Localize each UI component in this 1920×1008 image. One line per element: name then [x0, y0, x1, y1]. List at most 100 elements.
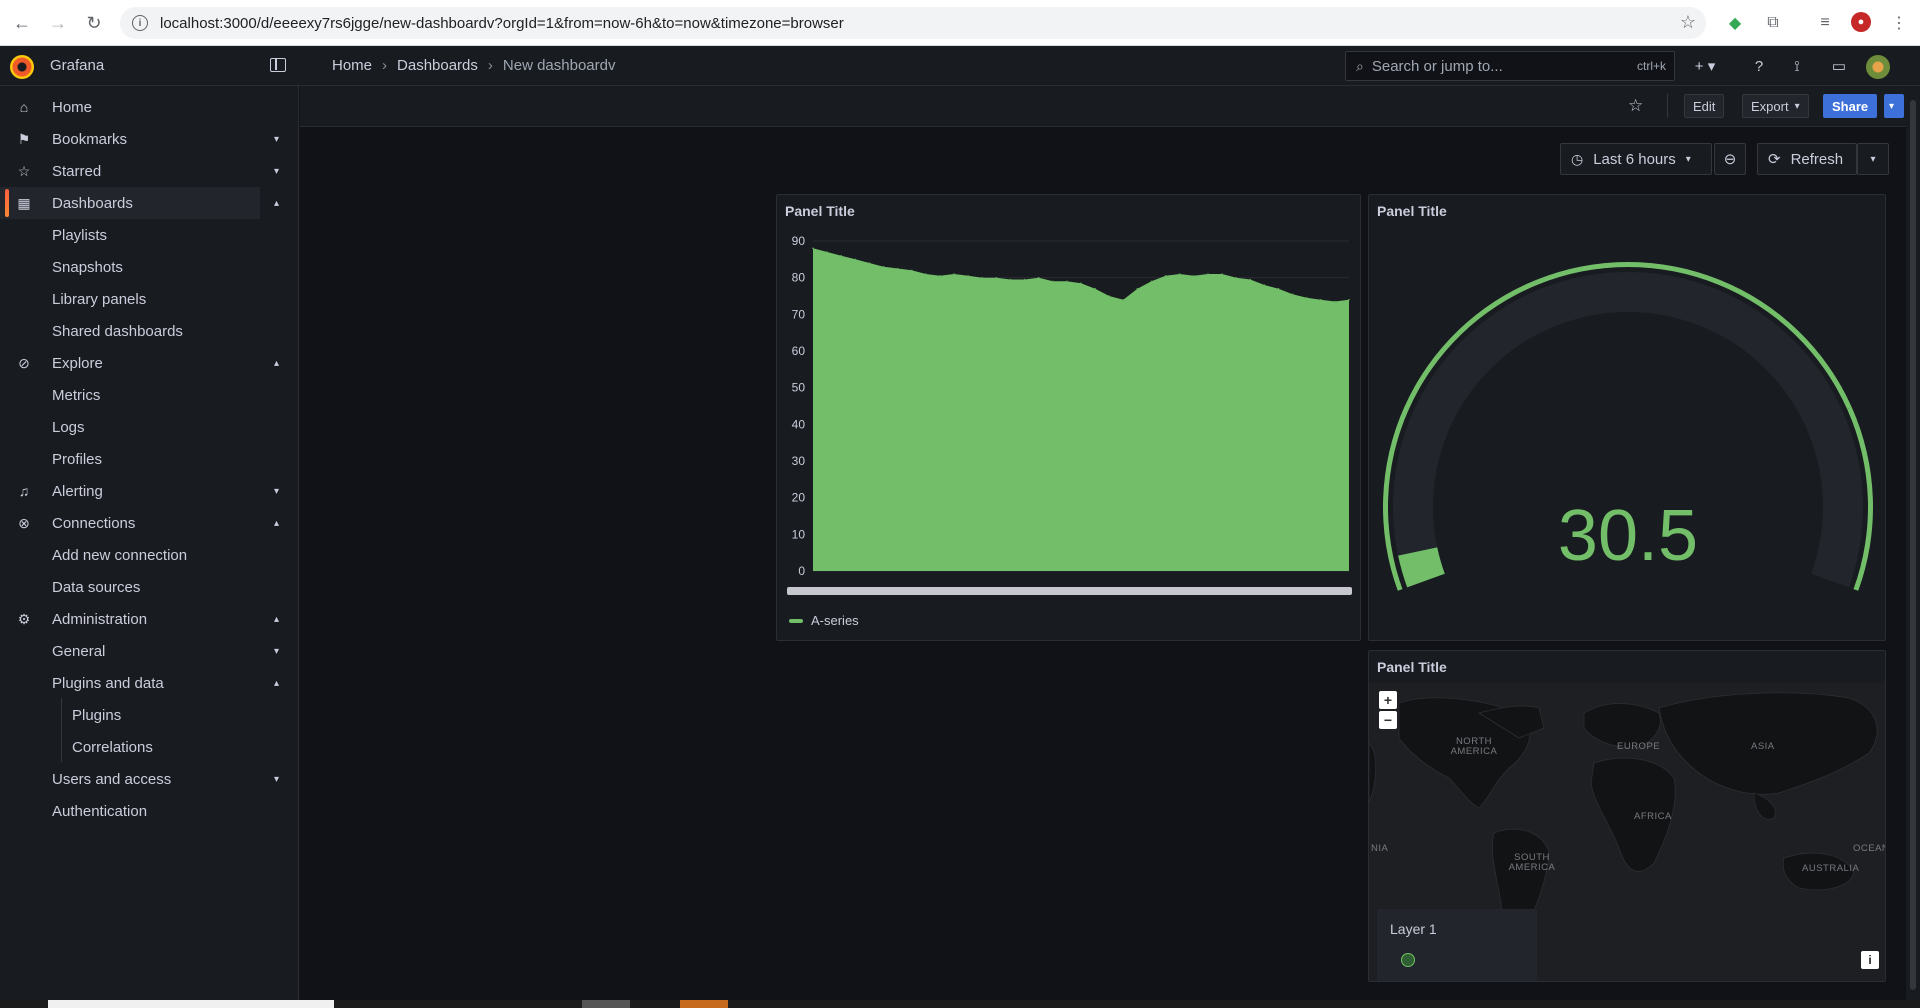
site-info-icon[interactable]: i — [132, 15, 148, 31]
dock-menu-icon[interactable] — [270, 58, 286, 72]
taskbar-app[interactable] — [582, 1000, 630, 1008]
user-avatar[interactable] — [1866, 55, 1890, 79]
sidebar-item-home[interactable]: ⌂ Home — [0, 91, 260, 123]
chevron-down-icon[interactable]: ▾ — [274, 134, 284, 145]
refresh-button[interactable]: ⟳ Refresh — [1757, 143, 1857, 175]
scrollbar-thumb[interactable] — [1910, 100, 1916, 990]
sidebar-item-connections[interactable]: ⊗ Connections ▴ — [0, 507, 279, 539]
chevron-down-icon[interactable]: ▾ — [274, 646, 284, 657]
chart-scrollbar[interactable] — [787, 587, 1352, 595]
back-icon[interactable]: ← — [6, 7, 38, 39]
kiosk-monitor-icon[interactable]: ▭ — [1828, 56, 1850, 76]
data-point — [1080, 282, 1082, 284]
y-tick-label: 0 — [798, 564, 805, 578]
timeseries-panel[interactable]: Panel Title 0 10 20 30 40 50 60 70 80 90 A-series — [776, 194, 1361, 641]
bookmark-star-icon[interactable]: ☆ — [1680, 12, 1696, 33]
sidebar-item-profiles[interactable]: Profiles — [0, 443, 260, 475]
map-label-africa: AFRICA — [1634, 811, 1672, 822]
taskbar-app[interactable] — [680, 1000, 728, 1008]
home-icon: ⌂ — [19, 99, 29, 115]
share-dropdown-icon[interactable]: ▾ — [1884, 94, 1904, 118]
sidebar-item-metrics[interactable]: Metrics — [0, 379, 260, 411]
sidebar-item-correlations[interactable]: Correlations — [0, 731, 260, 763]
extension-icon[interactable]: ◆ — [1724, 12, 1746, 34]
chevron-up-icon[interactable]: ▴ — [274, 198, 284, 209]
search-shortcut: ctrl+k — [1636, 59, 1666, 73]
legend-label: A-series — [811, 613, 859, 628]
chevron-down-icon[interactable]: ▾ — [274, 774, 284, 785]
news-rss-icon[interactable]: ⟟ — [1786, 56, 1808, 76]
chevron-down-icon[interactable]: ▾ — [274, 486, 284, 497]
forward-icon[interactable]: → — [42, 7, 74, 39]
taskbar-search[interactable] — [48, 1000, 334, 1008]
breadcrumb-home[interactable]: Home — [332, 57, 372, 74]
grafana-logo-icon[interactable] — [10, 55, 34, 79]
compass-icon: ⊘ — [18, 354, 30, 371]
profile-avatar-icon[interactable]: ● — [1851, 12, 1871, 32]
series-area — [813, 248, 1349, 572]
chevron-up-icon[interactable]: ▴ — [274, 678, 284, 689]
sidebar-item-dashboards[interactable]: ▦ Dashboards ▴ — [0, 187, 279, 219]
sidebar-item-snapshots[interactable]: Snapshots — [0, 251, 260, 283]
chevron-up-icon[interactable]: ▴ — [274, 518, 284, 529]
sidebar-item-administration[interactable]: ⚙ Administration ▴ — [0, 603, 279, 635]
new-plus-icon[interactable]: + ▾ — [1688, 56, 1722, 76]
bell-icon: ♫ — [18, 483, 30, 499]
refresh-icon: ⟳ — [1768, 151, 1781, 168]
sidebar-item-label: Home — [52, 98, 93, 116]
page-scrollbar[interactable] — [1906, 86, 1920, 1008]
map-label-south-america: SOUTH AMERICA — [1508, 852, 1556, 873]
media-control-icon[interactable]: ≡ — [1814, 12, 1836, 34]
sidebar-item-general[interactable]: General ▾ — [0, 635, 279, 667]
data-point — [1037, 276, 1040, 279]
export-button[interactable]: Export ▾ — [1742, 94, 1809, 118]
share-button[interactable]: Share — [1823, 94, 1878, 118]
map-zoom-in-button[interactable]: + — [1379, 691, 1397, 709]
map-layer-legend[interactable]: Layer 1 — [1377, 909, 1537, 981]
sidebar-item-library-panels[interactable]: Library panels — [0, 283, 260, 315]
sidebar-item-explore[interactable]: ⊘ Explore ▴ — [0, 347, 279, 379]
time-range-picker[interactable]: ◷ Last 6 hours ▾ — [1560, 143, 1712, 175]
link-icon: ⊗ — [18, 514, 30, 531]
data-point — [981, 276, 984, 279]
sidebar-item-shared-dashboards[interactable]: Shared dashboards — [0, 315, 260, 347]
sidebar-item-alerting[interactable]: ♫ Alerting ▾ — [0, 475, 279, 507]
extensions-puzzle-icon[interactable]: ⧉ — [1762, 12, 1784, 34]
zoom-out-icon[interactable]: ⊖ — [1714, 143, 1746, 175]
breadcrumb-dashboards[interactable]: Dashboards — [397, 57, 478, 74]
data-point — [1249, 278, 1252, 281]
browser-menu-icon[interactable]: ⋮ — [1888, 12, 1910, 34]
map-label-australia: AUSTRALIA — [1802, 863, 1860, 874]
reload-icon[interactable]: ↻ — [78, 7, 110, 39]
sidebar-item-plugins[interactable]: Plugins — [0, 699, 260, 731]
chevron-up-icon[interactable]: ▴ — [274, 358, 284, 369]
gauge-panel[interactable]: Panel Title 30.5 — [1368, 194, 1886, 641]
sidebar-item-data-sources[interactable]: Data sources — [0, 571, 260, 603]
sidebar-item-plugins-and-data[interactable]: Plugins and data ▴ — [0, 667, 279, 699]
sidebar-item-starred[interactable]: ☆ Starred ▾ — [0, 155, 279, 187]
refresh-interval-dropdown[interactable]: ▾ — [1857, 143, 1889, 175]
address-bar[interactable]: i localhost:3000/d/eeeexy7rs6jgge/new-da… — [120, 7, 1706, 39]
sidebar-item-label: Logs — [52, 418, 85, 436]
y-tick-label: 60 — [792, 344, 806, 358]
search-input[interactable]: ⌕ Search or jump to... ctrl+k — [1345, 51, 1675, 81]
data-point — [1235, 276, 1237, 279]
geomap-panel[interactable]: Panel Title + − NORTH AMERICA EUROPE ASI… — [1368, 650, 1886, 982]
chevron-up-icon[interactable]: ▴ — [274, 614, 284, 625]
favorite-star-icon[interactable]: ☆ — [1628, 96, 1643, 116]
edit-button[interactable]: Edit — [1684, 94, 1725, 118]
chevron-down-icon[interactable]: ▾ — [274, 166, 284, 177]
sidebar-item-logs[interactable]: Logs — [0, 411, 260, 443]
y-tick-label: 10 — [792, 527, 806, 541]
sidebar-item-add-new-connection[interactable]: Add new connection — [0, 539, 260, 571]
help-icon[interactable]: ? — [1748, 56, 1770, 76]
breadcrumb-current: New dashboardv — [502, 57, 616, 74]
sidebar-item-playlists[interactable]: Playlists — [0, 219, 260, 251]
chart-legend[interactable]: A-series — [789, 613, 859, 628]
sidebar-item-users-and-access[interactable]: Users and access ▾ — [0, 763, 279, 795]
sidebar-item-bookmarks[interactable]: ⚑ Bookmarks ▾ — [0, 123, 279, 155]
brand-name: Grafana — [50, 57, 105, 74]
map-attribution-info-button[interactable]: i — [1861, 951, 1879, 969]
sidebar-item-authentication[interactable]: Authentication — [0, 795, 260, 827]
map-zoom-out-button[interactable]: − — [1379, 711, 1397, 729]
